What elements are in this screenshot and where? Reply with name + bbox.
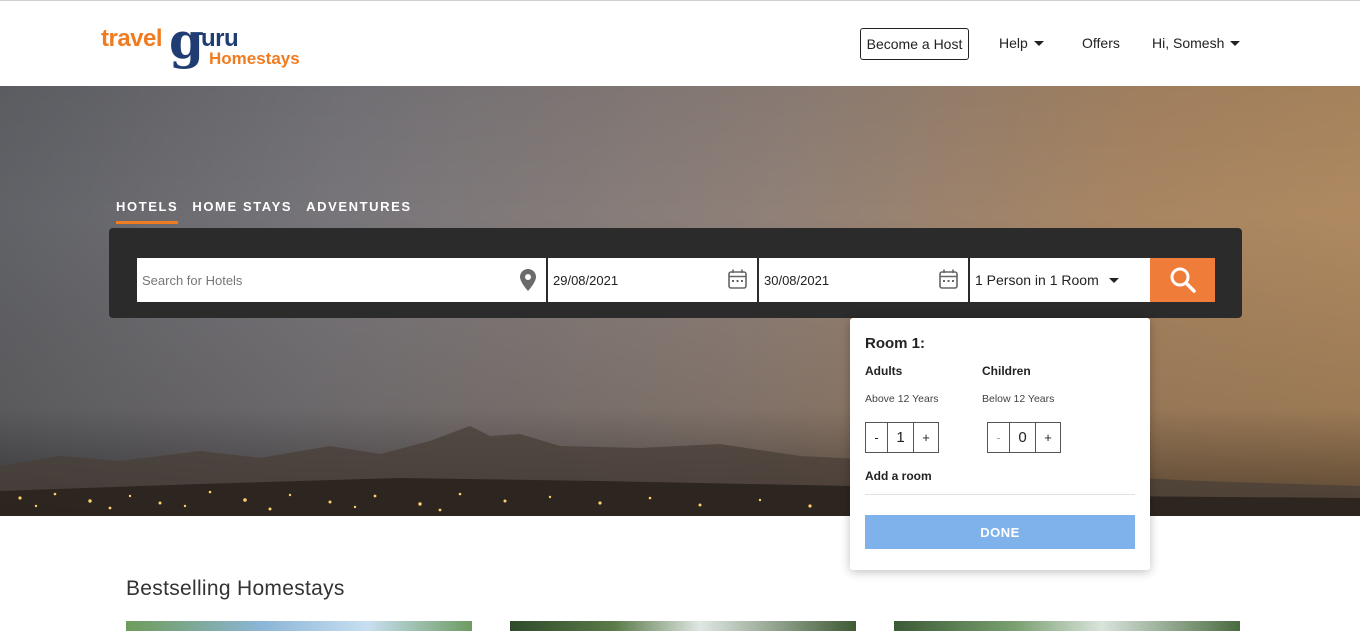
tab-hotels[interactable]: HOTELS (116, 199, 179, 224)
children-age-hint: Below 12 Years (982, 393, 1055, 405)
search-button[interactable] (1150, 258, 1215, 302)
hotel-search-input[interactable]: Search for Hotels (137, 258, 546, 302)
children-decrement-button[interactable]: - (988, 423, 1010, 452)
children-stepper: - 0 + (987, 422, 1061, 453)
user-menu[interactable]: Hi, Somesh (1152, 35, 1241, 51)
homestay-card-image[interactable] (126, 621, 472, 631)
help-label: Help (999, 35, 1028, 51)
location-pin-icon (520, 269, 536, 291)
guests-rooms-value: 1 Person in 1 Room (975, 272, 1099, 288)
guests-rooms-selector[interactable]: 1 Person in 1 Room (970, 258, 1150, 302)
logo-text-g: g (169, 11, 204, 70)
adults-age-hint: Above 12 Years (865, 393, 939, 405)
site-header: travel g uru Homestays Become a Host Hel… (0, 1, 1360, 86)
city-skyline-image (0, 426, 1360, 516)
homestay-card-image[interactable] (894, 621, 1240, 631)
adults-increment-button[interactable]: + (914, 423, 938, 452)
travelguru-logo[interactable]: travel g uru Homestays (101, 11, 311, 75)
help-menu[interactable]: Help (999, 35, 1044, 51)
logo-text-homestays: Homestays (209, 49, 300, 68)
checkin-date-field[interactable]: 29/08/2021 (548, 258, 757, 302)
offers-link[interactable]: Offers (1082, 35, 1120, 51)
room-guests-dropdown: Room 1: Adults Above 12 Years - 1 + Chil… (850, 318, 1150, 570)
adults-label: Adults (865, 364, 903, 378)
chevron-down-icon (1033, 40, 1044, 46)
add-room-link[interactable]: Add a room (865, 469, 932, 483)
checkout-date-value: 30/08/2021 (764, 272, 830, 288)
search-icon (1170, 267, 1196, 293)
search-tabs: HOTELS HOME STAYS ADVENTURES (116, 199, 412, 224)
calendar-icon[interactable] (939, 269, 958, 289)
tab-adventures[interactable]: ADVENTURES (306, 199, 412, 224)
section-title: Bestselling Homestays (126, 577, 345, 600)
checkin-date-value: 29/08/2021 (553, 272, 619, 288)
tab-home-stays[interactable]: HOME STAYS (192, 199, 292, 224)
calendar-icon[interactable] (728, 269, 747, 289)
adults-stepper: - 1 + (865, 422, 939, 453)
become-a-host-button[interactable]: Become a Host (860, 28, 969, 60)
adults-decrement-button[interactable]: - (866, 423, 888, 452)
logo-text-travel: travel (101, 25, 163, 52)
divider (865, 494, 1135, 495)
hotel-search-placeholder: Search for Hotels (142, 272, 243, 288)
user-greeting: Hi, Somesh (1152, 35, 1225, 51)
chevron-down-icon (1108, 277, 1119, 283)
chevron-down-icon (1230, 40, 1241, 46)
children-label: Children (982, 364, 1031, 378)
done-button[interactable]: DONE (865, 515, 1135, 549)
children-increment-button[interactable]: + (1036, 423, 1060, 452)
room-title: Room 1: (865, 335, 925, 352)
hero-banner: HOTELS HOME STAYS ADVENTURES Search for … (0, 86, 1360, 516)
checkout-date-field[interactable]: 30/08/2021 (759, 258, 968, 302)
adults-count: 1 (888, 423, 914, 452)
offers-label: Offers (1082, 35, 1120, 51)
homestay-card-image[interactable] (510, 621, 856, 631)
children-count: 0 (1010, 423, 1036, 452)
search-bar: Search for Hotels 29/08/2021 30/08/2021 (109, 228, 1242, 318)
